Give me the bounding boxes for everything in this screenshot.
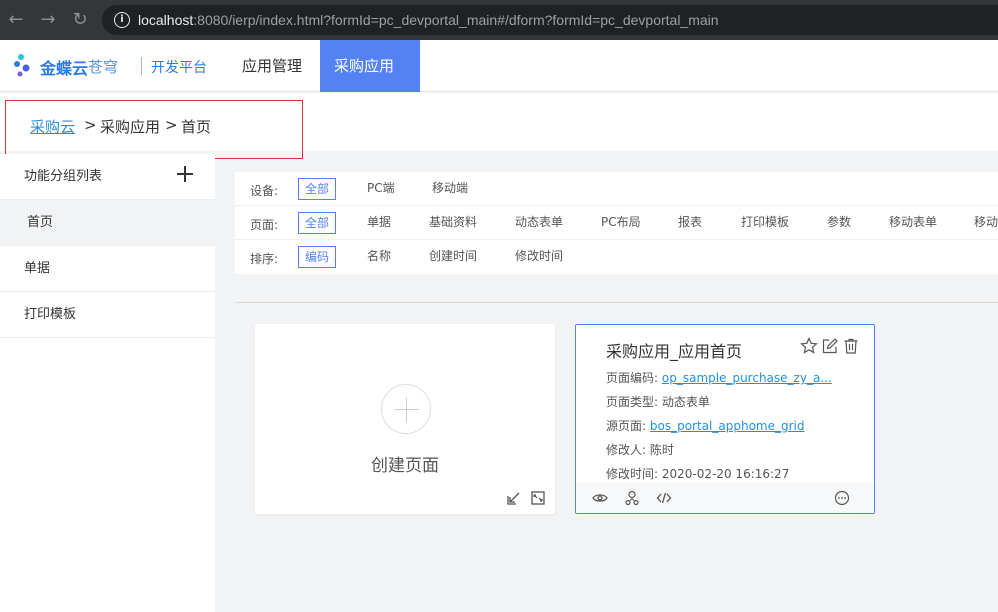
filter-page-basedata[interactable]: 基础资料 <box>423 212 483 234</box>
app-header: 金蝶云 苍穹 开发平台 应用管理 采购应用 <box>0 40 998 92</box>
edit-icon[interactable] <box>821 337 839 355</box>
page-card[interactable]: 采购应用_应用首页 页面编码: op_sample_purchase_zy_a.… <box>575 324 875 514</box>
kingdee-logo-icon <box>14 54 30 77</box>
filter-page-print-template[interactable]: 打印模板 <box>735 212 795 234</box>
filter-page-all[interactable]: 全部 <box>298 212 337 234</box>
meta-label: 页面类型: <box>606 395 659 409</box>
brand-divider <box>141 57 142 75</box>
code-icon[interactable] <box>656 490 672 506</box>
highlight-box <box>5 100 303 159</box>
page-card-footer <box>576 483 874 513</box>
sidebar-item-print-templates[interactable]: 打印模板 <box>0 292 215 338</box>
filter-device-pc[interactable]: PC端 <box>361 178 401 200</box>
filter-device-all[interactable]: 全部 <box>298 178 337 200</box>
sort-by-code[interactable]: 编码 <box>298 246 337 268</box>
source-page-link[interactable]: bos_portal_apphome_grid <box>650 419 805 433</box>
meta-label: 修改时间: <box>606 467 659 481</box>
meta-page-type: 页面类型: 动态表单 <box>606 393 710 410</box>
url-path: :8080/ierp/index.html?formId=pc_devporta… <box>193 12 719 28</box>
sidebar-header: 功能分组列表 <box>0 154 215 200</box>
brand-sub: 苍穹 <box>88 58 119 76</box>
filter-label-device: 设备: <box>250 184 279 198</box>
filter-page-params[interactable]: 参数 <box>821 212 857 234</box>
filter-page-mobile[interactable]: 移动 <box>968 212 998 234</box>
filter-label-page: 页面: <box>250 218 279 232</box>
page-code-link[interactable]: op_sample_purchase_zy_a... <box>662 371 832 385</box>
star-icon[interactable] <box>800 337 818 355</box>
sort-by-name[interactable]: 名称 <box>361 246 397 268</box>
tab-app-management[interactable]: 应用管理 <box>228 40 316 92</box>
meta-label: 源页面: <box>606 419 647 433</box>
address-bar[interactable]: i localhost:8080/ierp/index.html?formId=… <box>102 5 998 35</box>
browser-toolbar: ← → ↻ i localhost:8080/ierp/index.html?f… <box>0 0 998 40</box>
filter-label-sort: 排序: <box>250 252 279 266</box>
brand-name: 金蝶云 <box>40 59 89 78</box>
meta-modifier: 修改人: 陈时 <box>606 441 674 458</box>
meta-value: 动态表单 <box>661 395 710 409</box>
platform-name: 开发平台 <box>151 60 207 76</box>
meta-source-page: 源页面: bos_portal_apphome_grid <box>606 417 804 434</box>
sort-by-created[interactable]: 创建时间 <box>423 246 483 268</box>
filter-page-mobile-form[interactable]: 移动表单 <box>883 212 943 234</box>
content-divider <box>235 302 998 303</box>
sidebar-item-home[interactable]: 首页 <box>0 200 215 246</box>
filter-page-dynamic-form[interactable]: 动态表单 <box>509 212 569 234</box>
url-host: localhost <box>138 12 194 28</box>
meta-value: 2020-02-20 16:16:27 <box>661 467 790 481</box>
filter-row-device: 设备: 全部 PC端 移动端 <box>235 172 998 206</box>
filter-page-report[interactable]: 报表 <box>672 212 708 234</box>
breadcrumb: 采购云 > 采购应用 > 首页 <box>0 93 998 159</box>
filter-page-bill[interactable]: 单据 <box>361 212 397 234</box>
sidebar-title: 功能分组列表 <box>24 169 103 184</box>
delete-icon[interactable] <box>842 337 860 355</box>
tab-purchase-app[interactable]: 采购应用 <box>320 40 420 92</box>
reload-icon[interactable]: ↻ <box>70 10 90 30</box>
plus-icon[interactable] <box>381 384 431 434</box>
meta-label: 修改人: <box>606 443 647 457</box>
create-page-label: 创建页面 <box>371 456 439 476</box>
add-group-icon[interactable] <box>176 165 194 183</box>
meta-label: 页面编码: <box>606 371 659 385</box>
meta-page-code: 页面编码: op_sample_purchase_zy_a... <box>606 369 832 386</box>
filter-page-pc-layout[interactable]: PC布局 <box>595 212 647 234</box>
info-icon[interactable]: i <box>114 12 130 28</box>
preview-eye-icon[interactable] <box>592 490 608 506</box>
template-icon[interactable] <box>531 491 545 505</box>
meta-modified-time: 修改时间: 2020-02-20 16:16:27 <box>606 465 789 482</box>
filter-row-page: 页面: 全部 单据 基础资料 动态表单 PC布局 报表 打印模板 参数 移动表单… <box>235 206 998 240</box>
filter-panel: 设备: 全部 PC端 移动端 页面: 全部 单据 基础资料 动态表单 PC布局 … <box>235 172 998 274</box>
forward-arrow-icon[interactable]: → <box>38 10 58 30</box>
import-icon[interactable] <box>507 491 521 505</box>
filter-device-mobile[interactable]: 移动端 <box>426 178 474 200</box>
sort-by-modified[interactable]: 修改时间 <box>509 246 569 268</box>
filter-row-sort: 排序: 编码 名称 创建时间 修改时间 <box>235 240 998 274</box>
page-card-title[interactable]: 采购应用_应用首页 <box>606 338 742 362</box>
url-text[interactable]: localhost:8080/ierp/index.html?formId=pc… <box>138 12 719 28</box>
create-page-card[interactable]: 创建页面 <box>255 324 555 514</box>
sidebar: 功能分组列表 首页 单据 打印模板 <box>0 154 215 612</box>
meta-value: 陈时 <box>649 443 674 457</box>
more-icon[interactable] <box>834 490 850 506</box>
sidebar-item-documents[interactable]: 单据 <box>0 246 215 292</box>
permission-icon[interactable] <box>624 490 640 506</box>
back-arrow-icon[interactable]: ← <box>6 10 26 30</box>
